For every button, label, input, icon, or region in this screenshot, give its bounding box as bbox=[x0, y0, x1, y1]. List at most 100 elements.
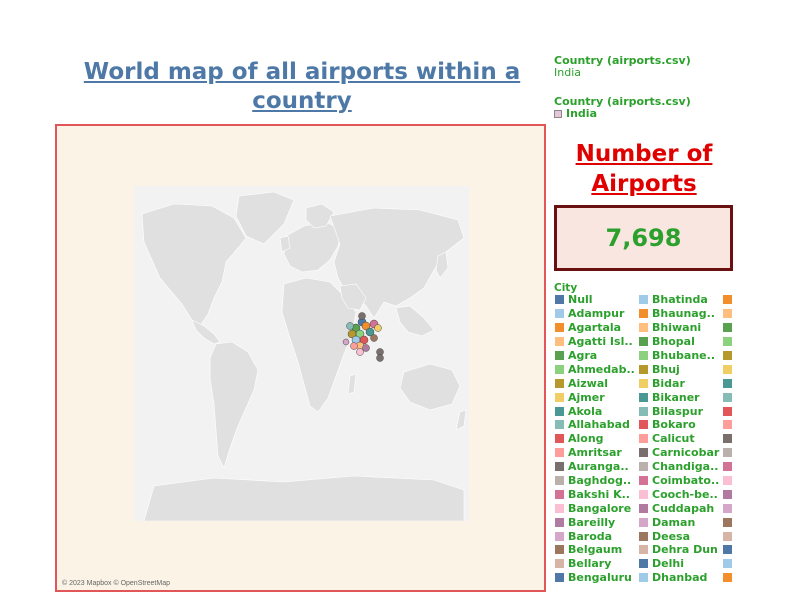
city-legend-item[interactable] bbox=[723, 557, 763, 571]
city-legend-item[interactable]: Bhaunag.. bbox=[639, 307, 723, 321]
kpi-box: 7,698 bbox=[554, 205, 733, 271]
city-legend-swatch bbox=[639, 434, 648, 444]
city-legend-item[interactable]: Cuddapah bbox=[639, 501, 723, 515]
city-legend-item[interactable]: Auranga.. bbox=[555, 460, 639, 474]
city-legend-item[interactable]: Carnicobar bbox=[639, 446, 723, 460]
city-legend-item[interactable]: Dhanbad bbox=[639, 571, 723, 585]
city-legend-item[interactable] bbox=[723, 418, 763, 432]
city-legend-swatch bbox=[555, 309, 564, 319]
city-legend-item[interactable]: Cooch-be.. bbox=[639, 487, 723, 501]
city-legend-swatch bbox=[555, 420, 564, 430]
city-legend-item[interactable]: Bokaro bbox=[639, 418, 723, 432]
city-legend-item[interactable]: Coimbato.. bbox=[639, 474, 723, 488]
world-map-frame[interactable]: © 2023 Mapbox © OpenStreetMap bbox=[55, 124, 546, 592]
city-legend-item[interactable] bbox=[723, 432, 763, 446]
city-legend-item[interactable]: Bengaluru bbox=[555, 571, 639, 585]
city-legend-item[interactable]: Bhiwani bbox=[639, 321, 723, 335]
city-legend-item[interactable] bbox=[723, 487, 763, 501]
city-legend-item[interactable] bbox=[723, 474, 763, 488]
city-legend-item[interactable]: Baroda bbox=[555, 529, 639, 543]
country-legend-item[interactable]: India bbox=[554, 108, 691, 120]
city-legend-item[interactable]: Allahabad bbox=[555, 418, 639, 432]
city-legend-swatch bbox=[639, 489, 648, 499]
city-legend-item[interactable]: Agartala bbox=[555, 321, 639, 335]
city-legend-item[interactable]: Bhopal bbox=[639, 335, 723, 349]
city-legend-item[interactable]: Bhubane.. bbox=[639, 349, 723, 363]
city-legend-label: Bhuj bbox=[652, 362, 680, 376]
city-legend-item[interactable]: Bhatinda bbox=[639, 293, 723, 307]
city-legend-item[interactable]: Chandiga.. bbox=[639, 460, 723, 474]
city-legend-swatch bbox=[723, 448, 732, 458]
europe-shape bbox=[283, 221, 343, 273]
city-legend-item[interactable] bbox=[723, 543, 763, 557]
city-legend-item[interactable]: Agra bbox=[555, 349, 639, 363]
city-legend-item[interactable] bbox=[723, 571, 763, 585]
world-map[interactable] bbox=[134, 186, 469, 522]
madagascar-shape bbox=[347, 373, 357, 395]
city-legend-item[interactable] bbox=[723, 390, 763, 404]
city-legend-item[interactable]: Daman bbox=[639, 515, 723, 529]
city-legend-item[interactable] bbox=[723, 335, 763, 349]
city-legend-swatch bbox=[639, 364, 648, 374]
city-legend-item[interactable]: Bikaner bbox=[639, 390, 723, 404]
city-legend-item[interactable] bbox=[723, 515, 763, 529]
city-legend-item[interactable]: Bilaspur bbox=[639, 404, 723, 418]
city-legend-item[interactable]: Bakshi K.. bbox=[555, 487, 639, 501]
city-legend-item[interactable]: Bangalore bbox=[555, 501, 639, 515]
city-legend-label: Bhiwani bbox=[652, 321, 702, 335]
city-legend-item[interactable]: Agatti Isl.. bbox=[555, 335, 639, 349]
city-legend-item[interactable]: Null bbox=[555, 293, 639, 307]
city-legend-item[interactable] bbox=[723, 446, 763, 460]
country-filter-2[interactable]: Country (airports.csv) India bbox=[554, 96, 691, 120]
city-legend-item[interactable] bbox=[723, 293, 763, 307]
city-legend-label: Bilaspur bbox=[652, 404, 704, 418]
city-legend-item[interactable] bbox=[723, 307, 763, 321]
city-legend-swatch bbox=[723, 462, 732, 472]
city-legend-item[interactable]: Dehra Dun bbox=[639, 543, 723, 557]
city-legend-label: Akola bbox=[568, 404, 603, 418]
airport-point bbox=[342, 338, 350, 346]
city-legend-item[interactable] bbox=[723, 529, 763, 543]
city-legend-item[interactable]: Akola bbox=[555, 404, 639, 418]
city-legend-item[interactable]: Aizwal bbox=[555, 376, 639, 390]
city-legend-item[interactable] bbox=[723, 362, 763, 376]
city-legend-label: Dehra Dun bbox=[652, 543, 718, 557]
city-legend-item[interactable]: Deesa bbox=[639, 529, 723, 543]
city-legend-item[interactable]: Belgaum bbox=[555, 543, 639, 557]
city-legend-item[interactable]: Calicut bbox=[639, 432, 723, 446]
city-legend-label: Cooch-be.. bbox=[652, 487, 718, 501]
city-legend-item[interactable]: Bhuj bbox=[639, 362, 723, 376]
city-legend-item[interactable]: Delhi bbox=[639, 557, 723, 571]
city-legend-item[interactable]: Bareilly bbox=[555, 515, 639, 529]
city-legend-item[interactable]: Ahmedab.. bbox=[555, 362, 639, 376]
city-legend-item[interactable]: Adampur bbox=[555, 307, 639, 321]
city-legend-item[interactable]: Amritsar bbox=[555, 446, 639, 460]
airport-point bbox=[376, 354, 384, 362]
city-legend-item[interactable] bbox=[723, 460, 763, 474]
city-legend-label: Auranga.. bbox=[568, 460, 629, 474]
city-legend-item[interactable] bbox=[723, 501, 763, 515]
city-legend-item[interactable] bbox=[723, 321, 763, 335]
country-filter-1[interactable]: Country (airports.csv) India bbox=[554, 55, 691, 79]
city-legend-swatch bbox=[639, 503, 648, 513]
country-filter-1-value[interactable]: India bbox=[554, 67, 691, 79]
city-legend-item[interactable] bbox=[723, 376, 763, 390]
city-legend-item[interactable]: Bellary bbox=[555, 557, 639, 571]
city-legend-item[interactable]: Ajmer bbox=[555, 390, 639, 404]
city-legend-item[interactable] bbox=[723, 349, 763, 363]
map-credit[interactable]: © 2023 Mapbox © OpenStreetMap bbox=[62, 580, 170, 587]
city-legend-swatch bbox=[723, 517, 732, 527]
city-legend-item[interactable]: Along bbox=[555, 432, 639, 446]
city-legend-item[interactable] bbox=[723, 404, 763, 418]
airport-point bbox=[350, 342, 358, 350]
city-legend-label: Calicut bbox=[652, 432, 695, 446]
city-legend-label: Bengaluru bbox=[568, 571, 632, 585]
city-legend-item[interactable]: Baghdog.. bbox=[555, 474, 639, 488]
city-legend-swatch bbox=[723, 406, 732, 416]
city-legend-label: Delhi bbox=[652, 557, 684, 571]
southeast-asia-shape bbox=[395, 305, 435, 337]
city-legend-swatch bbox=[555, 323, 564, 333]
city-legend-swatch bbox=[555, 337, 564, 347]
city-legend-item[interactable]: Bidar bbox=[639, 376, 723, 390]
kpi-value: 7,698 bbox=[605, 224, 682, 252]
